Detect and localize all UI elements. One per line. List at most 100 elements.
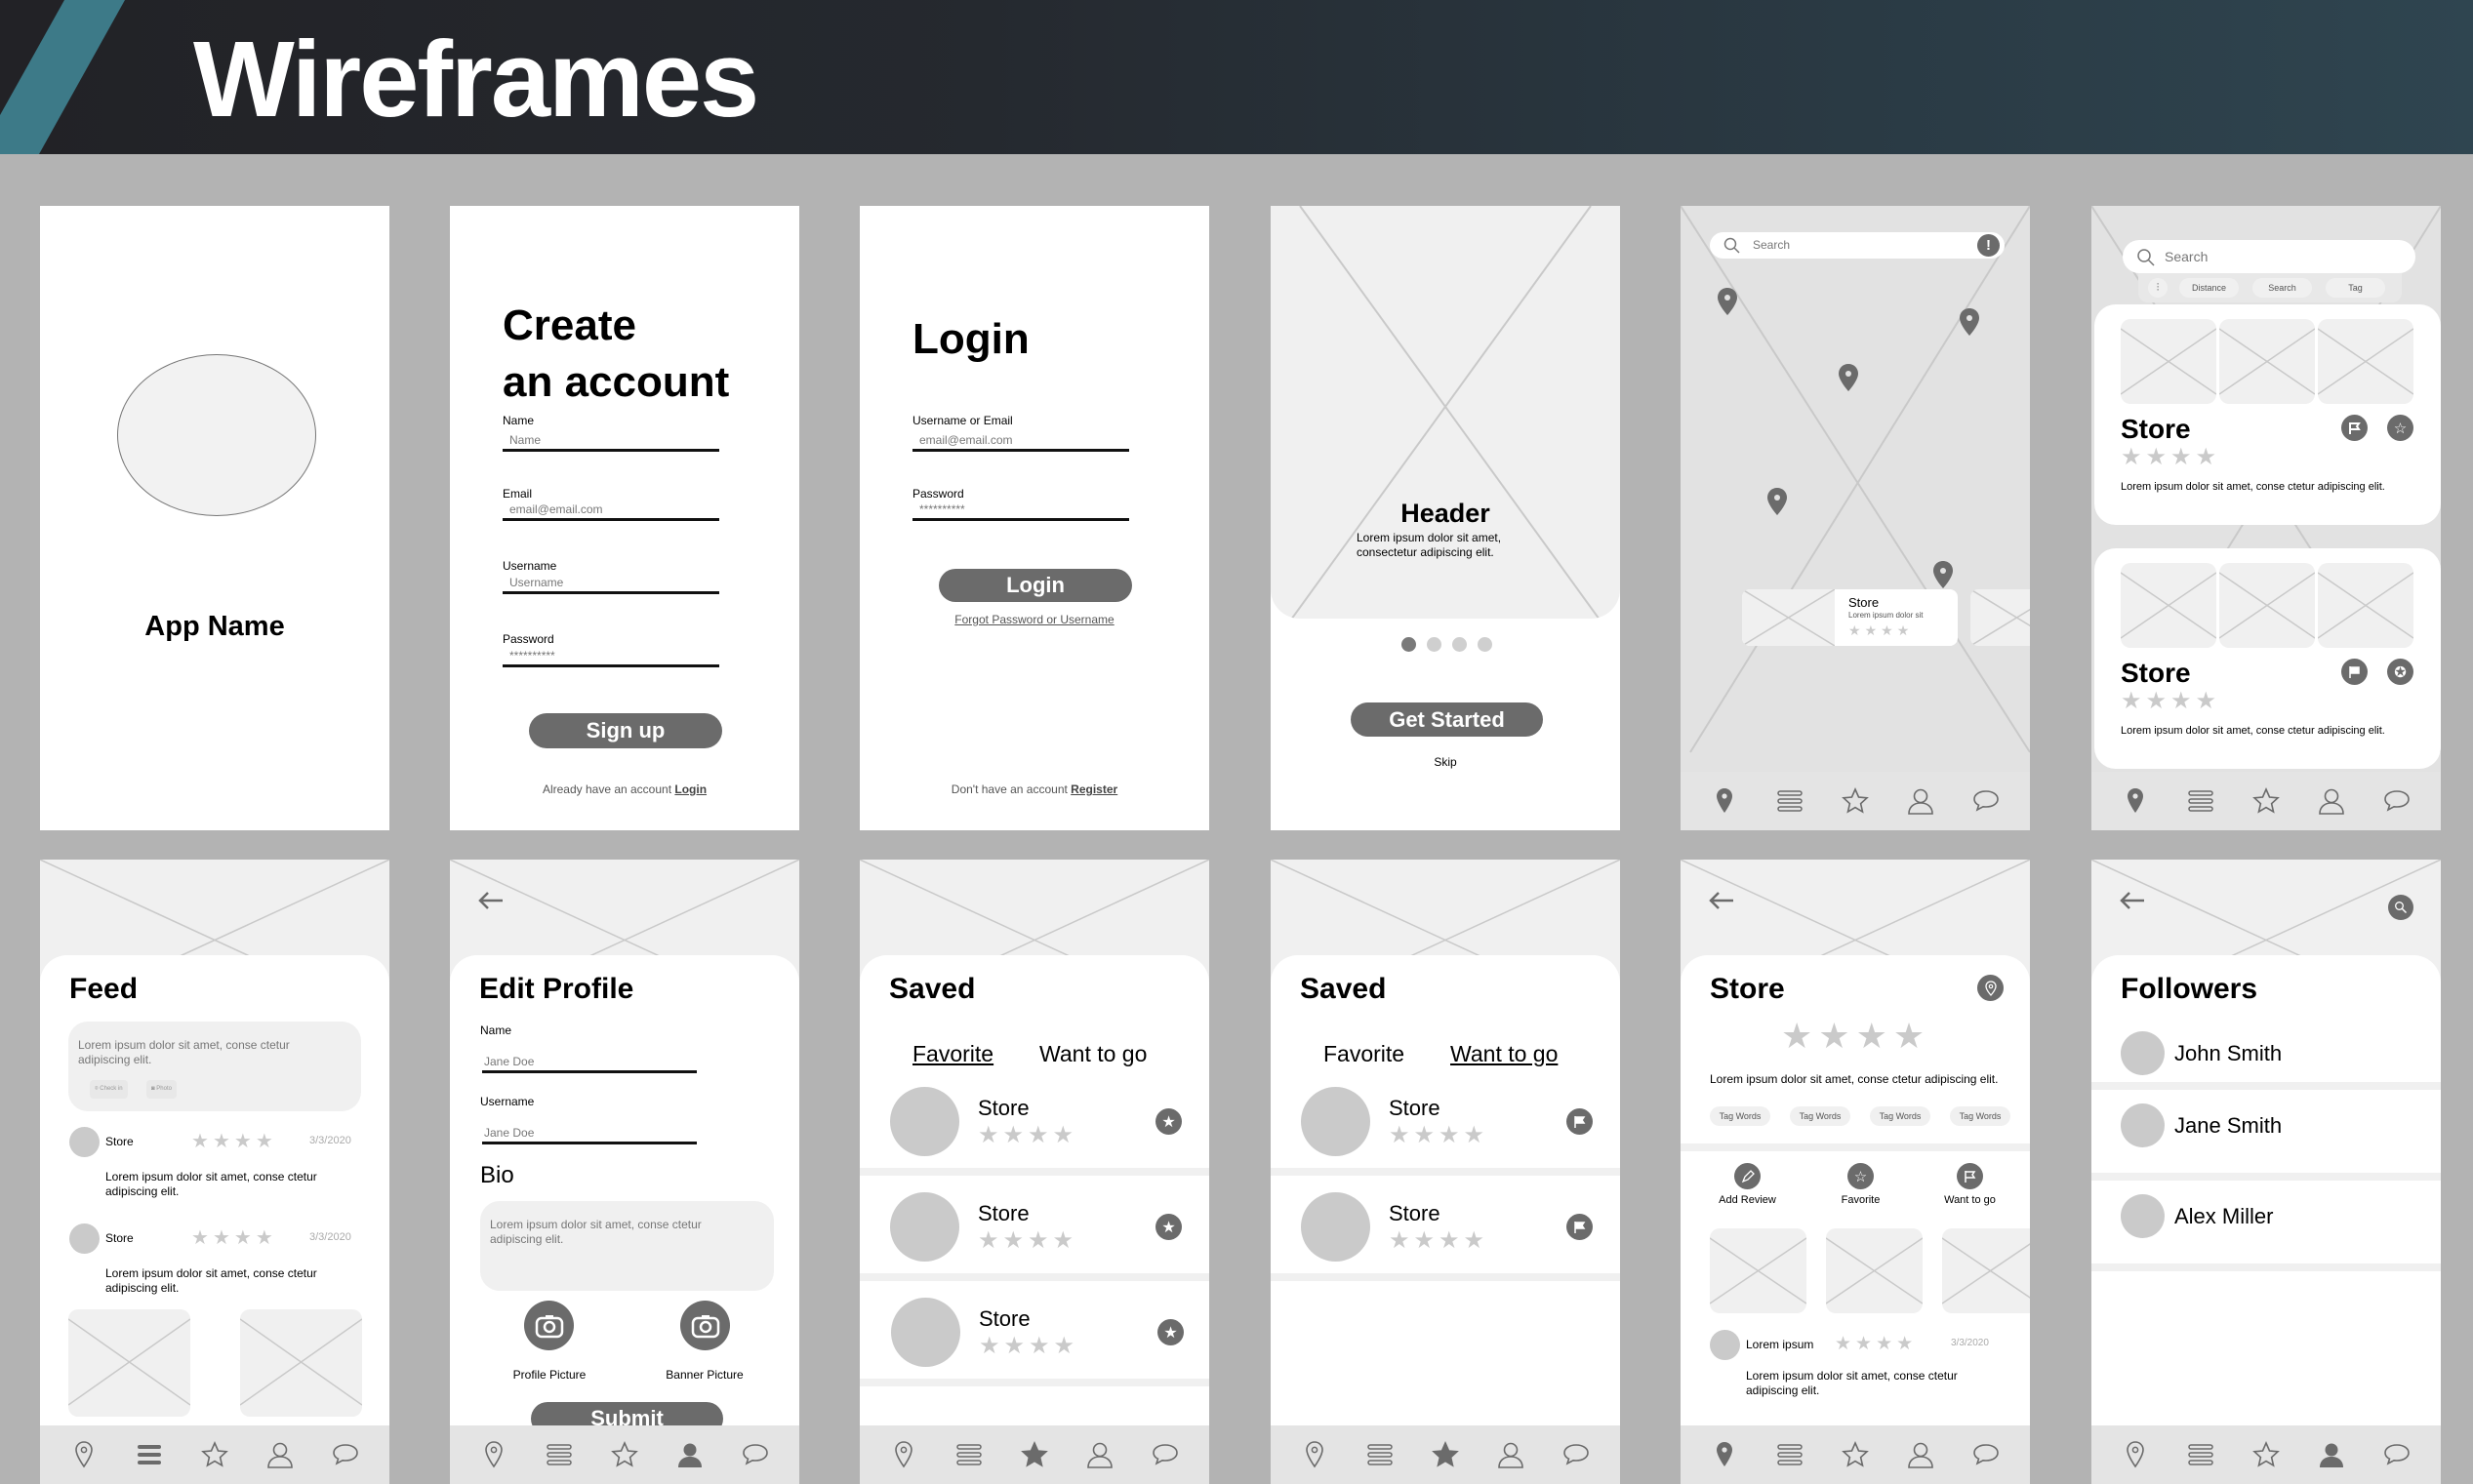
result-card[interactable]: Store ✪ ★ ★ ★ ★ Lorem ipsum dolor sit amet,… [2094,548,2441,769]
follower-item[interactable]: Alex Miller [2091,1181,2441,1263]
filter-chip-search[interactable]: Search [2252,278,2312,298]
login-link[interactable]: Login [674,782,707,796]
favorite-star-icon[interactable]: ✪ [2387,659,2413,685]
tag-chip[interactable]: Tag Words [1870,1106,1930,1126]
name-input[interactable]: Name [503,432,719,452]
post-author[interactable]: Store [105,1135,134,1148]
post-image-placeholder[interactable] [68,1309,190,1417]
skip-link[interactable]: Skip [1271,755,1620,769]
saved-list-item[interactable]: Store ★ ★ ★ ★ [1271,1185,1620,1283]
forgot-password-link[interactable]: Forgot Password or Username [860,613,1209,626]
back-arrow-icon[interactable] [2119,891,2146,910]
nav-item-list[interactable] [542,1437,577,1472]
store-photo-placeholder[interactable] [1710,1228,1806,1313]
nav-item-list[interactable] [1772,1437,1807,1472]
nav-item-profile[interactable] [2314,1437,2349,1472]
page-dot[interactable] [1452,637,1467,652]
nav-item-profile[interactable] [1082,1437,1117,1472]
favorite-star-icon[interactable]: ★ [1155,1108,1182,1135]
nav-item-star[interactable] [1838,783,1873,819]
favorite-label[interactable]: Favorite [1823,1194,1898,1206]
post-image-placeholder[interactable] [240,1309,362,1417]
nav-item-profile[interactable] [1493,1437,1528,1472]
search-bar[interactable]: Search [2123,240,2415,273]
nav-item-list[interactable] [2183,783,2218,819]
tag-chip[interactable]: Tag Words [1710,1106,1770,1126]
map-store-card[interactable]: Store Lorem ipsum dolor sit ★ ★ ★ ★ [1742,589,1958,646]
post-author[interactable]: Store [105,1231,134,1245]
nav-item-list[interactable] [2183,1437,2218,1472]
follower-item[interactable]: Jane Smith [2091,1090,2441,1173]
want-to-go-flag-icon[interactable] [2341,415,2368,441]
page-dot[interactable] [1478,637,1492,652]
map-store-card-next[interactable] [1970,589,2030,646]
filter-chip-distance[interactable]: Distance [2179,278,2239,298]
nav-item-chat[interactable] [2379,783,2414,819]
page-dot[interactable] [1427,637,1441,652]
nav-item-list[interactable] [1772,783,1807,819]
nav-item-chat[interactable] [1968,783,2004,819]
tab-want-to-go[interactable]: Want to go [1039,1041,1147,1067]
login-button[interactable]: Login [939,569,1132,602]
check-in-button[interactable]: ⌾ Check in [90,1080,128,1099]
pencil-icon[interactable] [1734,1163,1761,1189]
filter-chip-tag[interactable]: Tag [2326,278,2385,298]
nav-item-list[interactable] [1362,1437,1398,1472]
favorite-star-icon[interactable]: ★ [1155,1214,1182,1240]
store-photo-placeholder[interactable] [1942,1228,2030,1313]
location-pin-icon[interactable] [1977,975,2004,1001]
want-to-go-flag-icon[interactable] [2341,659,2368,685]
nav-item-star[interactable] [197,1437,232,1472]
nav-item-star[interactable] [1428,1437,1463,1472]
nav-item-map-pin[interactable] [1707,1437,1742,1472]
tag-chip[interactable]: Tag Words [1950,1106,2010,1126]
want-to-go-flag-icon[interactable] [1566,1108,1593,1135]
add-review-label[interactable]: Add Review [1710,1194,1785,1206]
want-to-go-flag-icon[interactable] [1566,1214,1593,1240]
map-search-bar[interactable]: Search ! [1710,232,2005,259]
name-input[interactable]: Jane Doe [482,1054,697,1073]
nav-item-list[interactable] [132,1437,167,1472]
favorite-star-icon[interactable]: ★ [1157,1319,1184,1345]
password-input[interactable]: ********** [503,648,719,667]
photo-button[interactable]: ◙ Photo [146,1080,177,1099]
map-pin-icon[interactable] [1717,288,1738,315]
nav-item-list[interactable] [952,1437,987,1472]
nav-item-map-pin[interactable] [2118,783,2153,819]
tab-want-to-go[interactable]: Want to go [1450,1041,1558,1067]
want-to-go-label[interactable]: Want to go [1929,1194,2010,1206]
nav-item-chat[interactable] [1968,1437,2004,1472]
nav-item-chat[interactable] [738,1437,773,1472]
map-pin-icon[interactable] [1959,308,1980,336]
reviewer-avatar[interactable] [1710,1330,1740,1360]
favorite-star-icon[interactable]: ☆ [2387,415,2413,441]
map-pin-icon[interactable] [1932,561,1954,588]
store-photo-placeholder[interactable] [1826,1228,1923,1313]
nav-item-map-pin[interactable] [1707,783,1742,819]
follower-item[interactable]: John Smith [2091,1023,2441,1082]
get-started-button[interactable]: Get Started [1351,702,1543,737]
password-input[interactable]: ********** [912,501,1129,521]
nav-item-map-pin[interactable] [1297,1437,1332,1472]
nav-item-map-pin[interactable] [66,1437,101,1472]
email-input[interactable]: email@email.com [503,501,719,521]
saved-list-item[interactable]: Store ★ ★ ★ ★ [1271,1080,1620,1178]
nav-item-map-pin[interactable] [886,1437,921,1472]
profile-picture-camera-icon[interactable] [524,1301,574,1350]
tab-favorite[interactable]: Favorite [912,1041,993,1067]
saved-list-item[interactable]: Store ★ ★ ★ ★ ★ [860,1291,1209,1388]
nav-item-star[interactable] [607,1437,642,1472]
back-arrow-icon[interactable] [477,891,505,910]
result-card[interactable]: Store ☆ ★ ★ ★ ★ Lorem ipsum dolor sit amet,… [2094,304,2441,525]
nav-item-profile[interactable] [1903,1437,1938,1472]
username-input[interactable]: Jane Doe [482,1125,697,1144]
username-input[interactable]: Username [503,575,719,594]
filter-settings-icon[interactable]: ⫶ [2148,278,2168,298]
alert-icon[interactable]: ! [1977,234,2000,257]
post-composer[interactable]: Lorem ipsum dolor sit amet, conse ctetur… [68,1022,361,1111]
nav-item-profile[interactable] [263,1437,298,1472]
nav-item-profile[interactable] [2314,783,2349,819]
map-pin-icon[interactable] [1838,364,1859,391]
post-avatar[interactable] [69,1223,100,1254]
nav-item-profile[interactable] [1903,783,1938,819]
